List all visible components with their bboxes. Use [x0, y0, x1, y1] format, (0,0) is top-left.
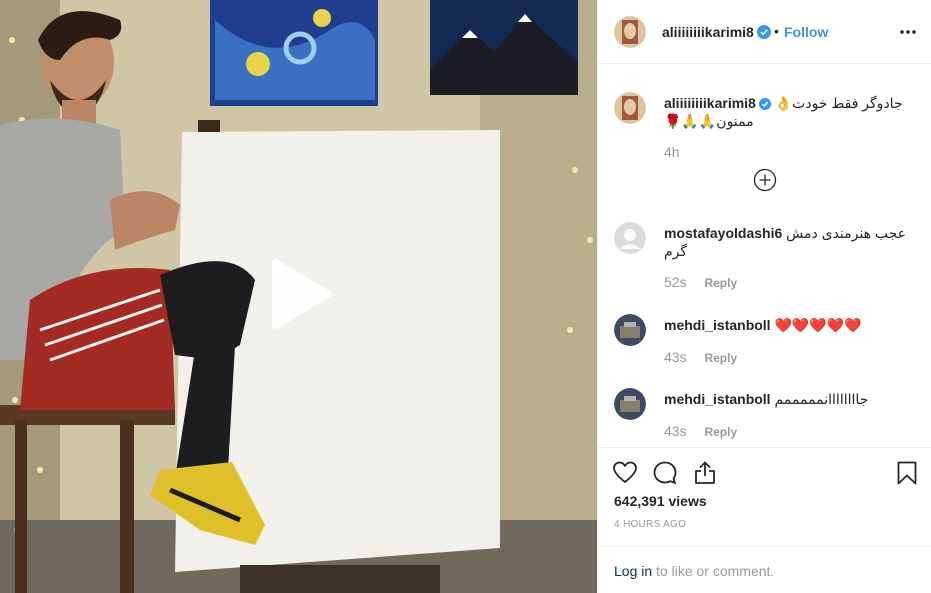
view-count[interactable]: 642,391 views	[614, 493, 707, 509]
caption-meta: 4h	[664, 144, 680, 160]
post-header: aliiiiiiiikarimi8 • Follow	[598, 0, 931, 64]
comment-meta: 43s Reply	[664, 423, 737, 439]
comment-username[interactable]: mostafayoldashi6	[664, 225, 782, 241]
comment-time[interactable]: 43s	[664, 423, 687, 439]
comment-text: ❤️❤️❤️❤️❤️	[774, 317, 862, 333]
author-avatar[interactable]	[614, 16, 646, 48]
plus-circle-icon[interactable]	[753, 168, 777, 192]
commenter-avatar[interactable]	[614, 388, 646, 420]
author-username[interactable]: aliiiiiiiikarimi8	[662, 24, 771, 40]
reply-button[interactable]: Reply	[704, 425, 737, 439]
comment-text: جاااااااانمممممم	[774, 391, 869, 407]
post-actions: 642,391 views 4 HOURS AGO Log in to like…	[598, 447, 931, 593]
separator-dot: •	[774, 23, 779, 39]
follow-button[interactable]: Follow	[784, 24, 828, 40]
post-sidebar: aliiiiiiiikarimi8 • Follow aliiiiiiiikar…	[597, 0, 931, 593]
heart-icon[interactable]	[612, 460, 638, 486]
caption-line-2: ممنون🙏🙏🌹	[664, 113, 754, 129]
comment-body: mostafayoldashi6 عجب هنرمندی دمش گرم	[664, 224, 914, 260]
play-icon[interactable]	[263, 258, 335, 330]
comment-username[interactable]: mehdi_istanboll	[664, 317, 771, 333]
comment-meta: 52s Reply	[664, 274, 737, 290]
comment-body: mehdi_istanboll ❤️❤️❤️❤️❤️	[664, 316, 914, 334]
caption-line-1: جادوگر فقط خودت👌	[774, 95, 903, 111]
commenter-avatar[interactable]	[614, 314, 646, 346]
bookmark-icon[interactable]	[894, 460, 920, 486]
comment-meta: 43s Reply	[664, 349, 737, 365]
login-prompt: Log in to like or comment.	[598, 546, 931, 593]
commenter-avatar[interactable]	[614, 222, 646, 254]
comment-body: mehdi_istanboll جاااااااانمممممم	[664, 390, 914, 408]
comment-time[interactable]: 52s	[664, 274, 687, 290]
verified-badge-icon	[756, 25, 771, 39]
reply-button[interactable]: Reply	[704, 276, 737, 290]
caption-time[interactable]: 4h	[664, 144, 680, 160]
comment-username[interactable]: mehdi_istanboll	[664, 391, 771, 407]
caption-username[interactable]: aliiiiiiiikarimi8	[664, 95, 756, 111]
author-avatar[interactable]	[614, 92, 646, 124]
more-icon[interactable]	[898, 22, 918, 42]
login-prompt-text: to like or comment.	[652, 563, 775, 579]
comment-time[interactable]: 43s	[664, 349, 687, 365]
caption-body: aliiiiiiiikarimi8 جادوگر فقط خودت👌 ممنون…	[664, 94, 914, 130]
reply-button[interactable]: Reply	[704, 351, 737, 365]
verified-badge-icon	[758, 98, 771, 110]
login-link[interactable]: Log in	[614, 563, 652, 579]
comments-list[interactable]: aliiiiiiiikarimi8 جادوگر فقط خودت👌 ممنون…	[598, 64, 931, 446]
author-username-text[interactable]: aliiiiiiiikarimi8	[662, 24, 754, 40]
post-timestamp[interactable]: 4 HOURS AGO	[614, 519, 686, 530]
share-icon[interactable]	[692, 460, 718, 486]
comment-icon[interactable]	[652, 460, 678, 486]
video-player[interactable]	[0, 0, 597, 593]
